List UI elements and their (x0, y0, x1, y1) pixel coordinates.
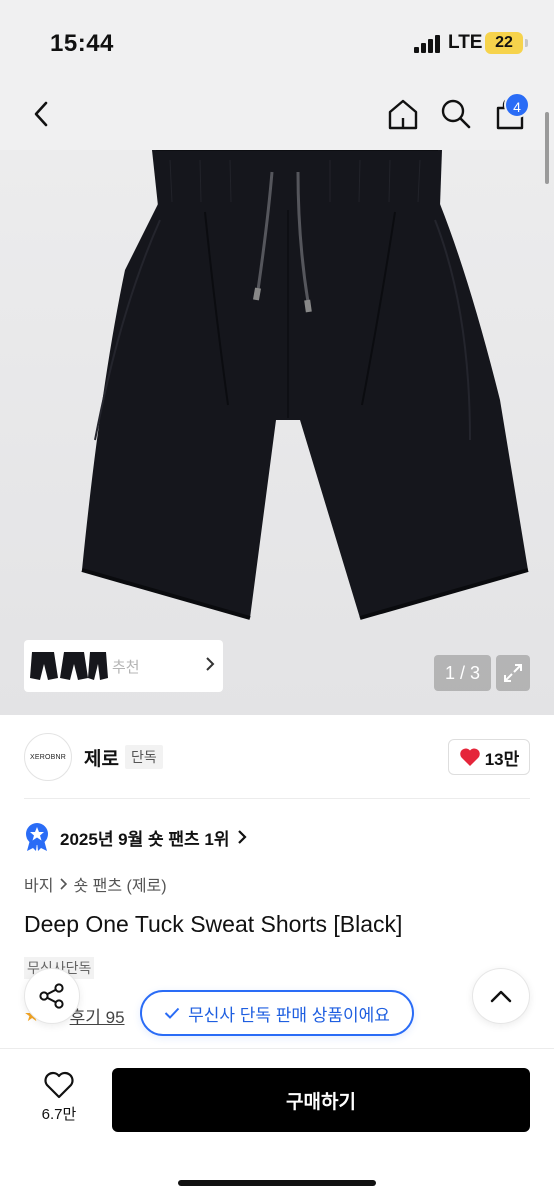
check-icon (164, 1007, 180, 1019)
share-icon (39, 983, 64, 1009)
related-products-thumbnail (30, 652, 108, 680)
product-image[interactable]: 1 / 3 (0, 150, 554, 715)
toast-text: 무신사 단독 판매 상품이에요 (188, 1005, 390, 1025)
category-breadcrumb: 바지 숏 팬츠 (제로) (24, 872, 167, 896)
shorts-image (81, 150, 529, 620)
search-icon (441, 99, 471, 129)
chevron-right-icon (206, 657, 215, 671)
battery-icon: 22 (485, 32, 523, 54)
heart-icon (459, 748, 480, 766)
home-indicator (178, 1180, 376, 1186)
brand-like-count: 13만 (484, 749, 520, 769)
bottom-action-bar: 6.7만 구매하기 (0, 1048, 554, 1200)
chevron-left-icon (34, 101, 48, 127)
scroll-indicator (545, 112, 549, 184)
related-products-strip[interactable]: 추천 (24, 640, 223, 692)
nav-bar (0, 80, 554, 150)
wishlist-count: 6.7만 (41, 1106, 77, 1123)
wishlist-button[interactable]: 6.7만 (24, 1071, 94, 1131)
expand-icon (504, 664, 522, 682)
heart-outline-icon (44, 1071, 74, 1099)
battery-tip (525, 39, 528, 47)
ranking-medal-icon (26, 823, 48, 851)
brand-row: XEROBNR 제로 단독 13만 (0, 715, 554, 799)
cart-count-badge: 4 (504, 92, 530, 118)
related-products-label: 추천 (112, 658, 140, 676)
chevron-right-icon (60, 878, 68, 890)
breadcrumb-item[interactable]: 바지 (24, 872, 53, 896)
product-title: Deep One Tuck Sweat Shorts [Black] (24, 911, 403, 937)
back-button[interactable] (20, 92, 64, 136)
brand-exclusive-badge: 단독 (125, 745, 163, 769)
network-label: LTE (448, 32, 483, 53)
scroll-to-top-button[interactable] (472, 968, 530, 1024)
search-button[interactable] (434, 92, 478, 136)
image-page-counter: 1 / 3 (434, 655, 491, 691)
status-time: 15:44 (50, 30, 114, 57)
chevron-up-icon (490, 990, 512, 1003)
home-button[interactable] (381, 92, 425, 136)
brand-logo[interactable]: XEROBNR (24, 733, 72, 781)
status-bar: 15:44 LTE 22 (0, 0, 554, 80)
chevron-right-icon (238, 830, 248, 844)
ranking-text: 2025년 9월 숏 팬츠 1위 (60, 829, 230, 849)
buy-button[interactable]: 구매하기 (112, 1068, 530, 1132)
share-button[interactable] (24, 968, 80, 1024)
brand-name[interactable]: 제로 (84, 744, 119, 771)
brand-like-button[interactable]: 13만 (448, 739, 530, 775)
signal-icon (414, 35, 442, 53)
exclusive-toast: 무신사 단독 판매 상품이에요 (140, 990, 414, 1036)
ranking-link[interactable]: 2025년 9월 숏 팬츠 1위 (24, 822, 248, 852)
expand-image-button[interactable] (496, 655, 530, 691)
home-icon (388, 99, 418, 130)
breadcrumb-item[interactable]: 숏 팬츠 (제로) (73, 872, 166, 896)
divider (24, 798, 530, 799)
